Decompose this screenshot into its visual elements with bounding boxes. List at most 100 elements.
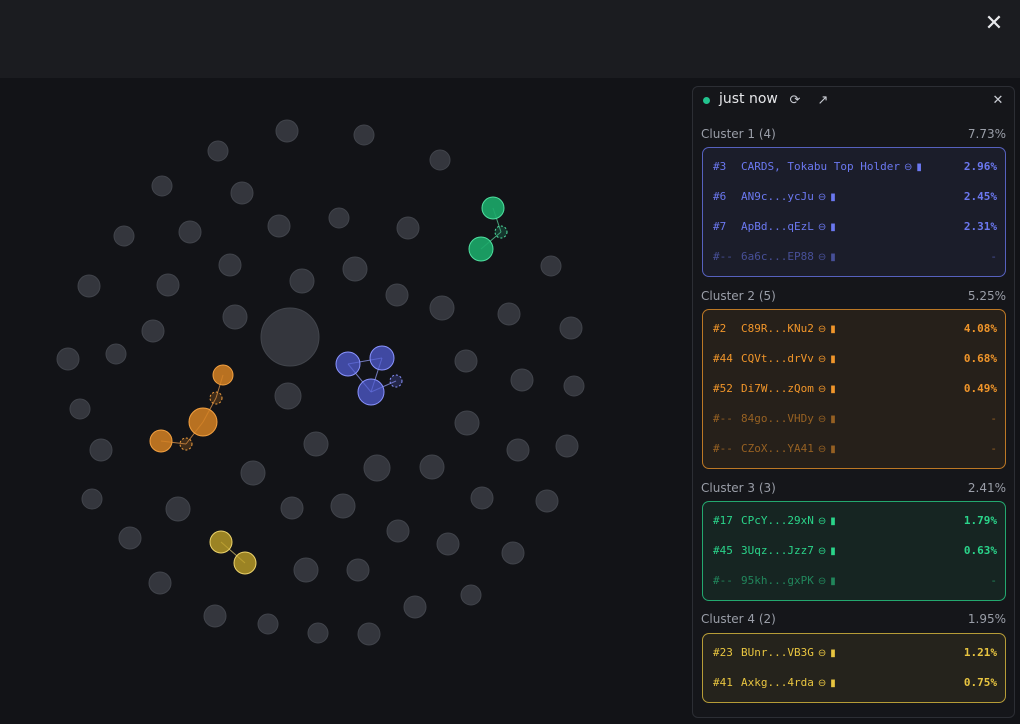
holder-bubble[interactable] xyxy=(69,398,91,420)
link-icon[interactable]: ⊖ xyxy=(818,648,826,659)
bubble-map[interactable] xyxy=(0,78,690,724)
link-icon[interactable]: ⊖ xyxy=(818,516,826,527)
holder-bubble[interactable] xyxy=(506,438,530,462)
holder-bubble[interactable] xyxy=(454,349,478,373)
holder-bubble[interactable] xyxy=(77,274,101,298)
copy-icon[interactable]: ▮ xyxy=(830,192,836,203)
holder-bubble[interactable] xyxy=(141,319,165,343)
link-icon[interactable]: ⊖ xyxy=(818,678,826,689)
holder-bubble[interactable] xyxy=(267,214,291,238)
holder-row[interactable]: #6 AN9c...ycJu ⊖ ▮ 2.45% xyxy=(703,182,1005,212)
cluster-bubble[interactable] xyxy=(468,236,494,262)
holder-bubble[interactable] xyxy=(403,595,427,619)
copy-icon[interactable]: ▮ xyxy=(830,444,836,455)
holder-bubble[interactable] xyxy=(307,622,329,644)
holder-bubble[interactable] xyxy=(257,613,279,635)
copy-icon[interactable]: ▮ xyxy=(830,384,836,395)
holder-row[interactable]: #3 CARDS, Tokabu Top Holder ⊖ ▮ 2.96% xyxy=(703,152,1005,182)
holder-bubble[interactable] xyxy=(148,571,172,595)
holder-bubble[interactable] xyxy=(56,347,80,371)
cluster-bubble[interactable] xyxy=(481,196,505,220)
holder-bubble[interactable] xyxy=(330,493,356,519)
holder-bubble[interactable] xyxy=(260,307,320,367)
holder-bubble[interactable] xyxy=(81,488,103,510)
holder-row[interactable]: #-- CZoX...YA41 ⊖ ▮ - xyxy=(703,434,1005,464)
holder-row[interactable]: #41 Axkg...4rda ⊖ ▮ 0.75% xyxy=(703,668,1005,698)
holder-bubble[interactable] xyxy=(535,489,559,513)
holder-bubble[interactable] xyxy=(275,119,299,143)
holder-bubble[interactable] xyxy=(218,253,242,277)
holder-bubble[interactable] xyxy=(419,454,445,480)
copy-icon[interactable]: ▮ xyxy=(916,162,922,173)
holder-row[interactable]: #17 CPcY...29xN ⊖ ▮ 1.79% xyxy=(703,506,1005,536)
holder-bubble[interactable] xyxy=(303,431,329,457)
cluster-bubble[interactable] xyxy=(212,364,234,386)
holder-bubble[interactable] xyxy=(328,207,350,229)
link-icon[interactable]: ⊖ xyxy=(818,354,826,365)
holder-bubble[interactable] xyxy=(497,302,521,326)
holder-row[interactable]: #2 C89R...KNu2 ⊖ ▮ 4.08% xyxy=(703,314,1005,344)
copy-icon[interactable]: ▮ xyxy=(830,516,836,527)
copy-icon[interactable]: ▮ xyxy=(830,252,836,263)
cluster-bubble[interactable] xyxy=(188,407,218,437)
refresh-icon[interactable]: ⟳ xyxy=(787,93,803,109)
close-icon[interactable]: ✕ xyxy=(990,93,1006,109)
holder-row[interactable]: #7 ApBd...qEzL ⊖ ▮ 2.31% xyxy=(703,212,1005,242)
cluster-bubble[interactable] xyxy=(389,374,403,388)
cluster-bubble[interactable] xyxy=(209,530,233,554)
holder-bubble[interactable] xyxy=(396,216,420,240)
copy-icon[interactable]: ▮ xyxy=(830,324,836,335)
holder-bubble[interactable] xyxy=(178,220,202,244)
holder-bubble[interactable] xyxy=(165,496,191,522)
holder-bubble[interactable] xyxy=(454,410,480,436)
holder-bubble[interactable] xyxy=(501,541,525,565)
holder-bubble[interactable] xyxy=(353,124,375,146)
holder-row[interactable]: #-- 6a6c...EP88 ⊖ ▮ - xyxy=(703,242,1005,272)
link-icon[interactable]: ⊖ xyxy=(818,414,826,425)
holder-bubble[interactable] xyxy=(429,295,455,321)
cluster-bubble[interactable] xyxy=(209,391,223,405)
holder-bubble[interactable] xyxy=(289,268,315,294)
cluster-bubble[interactable] xyxy=(494,225,508,239)
copy-icon[interactable]: ▮ xyxy=(830,576,836,587)
holder-bubble[interactable] xyxy=(156,273,180,297)
link-icon[interactable]: ⊖ xyxy=(818,546,826,557)
holder-bubble[interactable] xyxy=(555,434,579,458)
copy-icon[interactable]: ▮ xyxy=(830,546,836,557)
copy-icon[interactable]: ▮ xyxy=(830,678,836,689)
cluster-bubble[interactable] xyxy=(357,378,385,406)
copy-icon[interactable]: ▮ xyxy=(830,354,836,365)
holder-bubble[interactable] xyxy=(357,622,381,646)
holder-bubble[interactable] xyxy=(385,283,409,307)
holder-bubble[interactable] xyxy=(207,140,229,162)
holder-bubble[interactable] xyxy=(510,368,534,392)
holder-bubble[interactable] xyxy=(230,181,254,205)
holder-bubble[interactable] xyxy=(460,584,482,606)
holder-row[interactable]: #-- 84go...VHDy ⊖ ▮ - xyxy=(703,404,1005,434)
holder-bubble[interactable] xyxy=(274,382,302,410)
link-icon[interactable]: ⊖ xyxy=(818,222,826,233)
holder-bubble[interactable] xyxy=(563,375,585,397)
link-icon[interactable]: ⊖ xyxy=(818,324,826,335)
holder-row[interactable]: #23 BUnr...VB3G ⊖ ▮ 1.21% xyxy=(703,638,1005,668)
link-icon[interactable]: ⊖ xyxy=(818,576,826,587)
copy-icon[interactable]: ▮ xyxy=(830,648,836,659)
close-icon[interactable]: ✕ xyxy=(982,12,1006,36)
holder-bubble[interactable] xyxy=(470,486,494,510)
holder-bubble[interactable] xyxy=(436,532,460,556)
link-icon[interactable]: ⊖ xyxy=(904,162,912,173)
holder-row[interactable]: #52 Di7W...zQom ⊖ ▮ 0.49% xyxy=(703,374,1005,404)
holder-bubble[interactable] xyxy=(293,557,319,583)
external-link-icon[interactable]: ↗ xyxy=(815,93,831,109)
holder-bubble[interactable] xyxy=(222,304,248,330)
holder-bubble[interactable] xyxy=(118,526,142,550)
link-icon[interactable]: ⊖ xyxy=(818,252,826,263)
link-icon[interactable]: ⊖ xyxy=(818,444,826,455)
holder-bubble[interactable] xyxy=(151,175,173,197)
holder-bubble[interactable] xyxy=(203,604,227,628)
cluster-bubble[interactable] xyxy=(179,437,193,451)
holder-bubble[interactable] xyxy=(429,149,451,171)
link-icon[interactable]: ⊖ xyxy=(818,384,826,395)
holder-bubble[interactable] xyxy=(386,519,410,543)
holder-bubble[interactable] xyxy=(346,558,370,582)
